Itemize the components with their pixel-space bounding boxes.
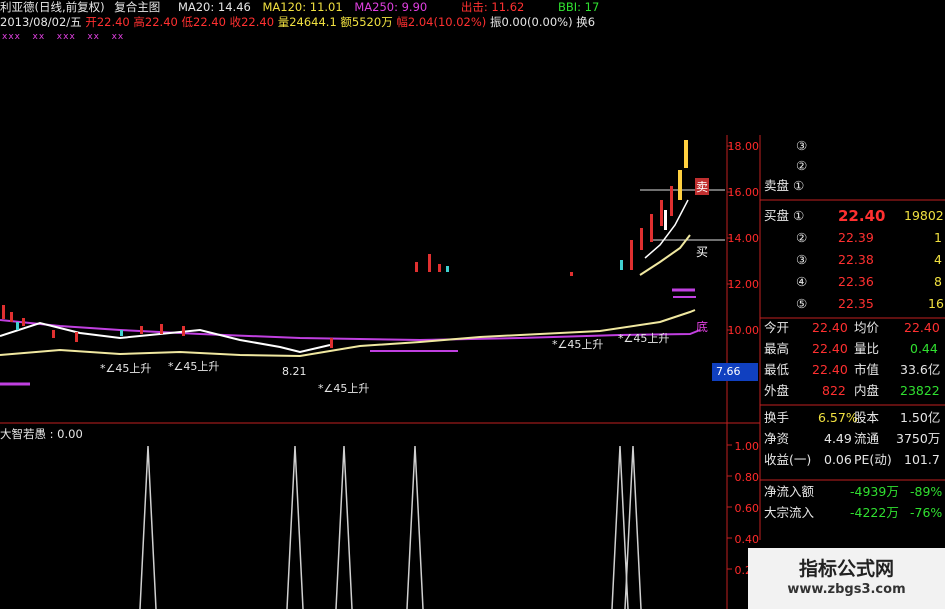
indicator-tick: 0.80: [734, 471, 760, 484]
price-tick: 12.00: [727, 278, 760, 291]
buy-level: 买盘 ①: [764, 208, 805, 223]
quote-value: 22.40: [812, 341, 848, 356]
fund-value: 4.49: [824, 431, 852, 446]
buy-price: 22.36: [838, 274, 874, 289]
buy-level: ⑤: [796, 296, 808, 311]
flow-percent: -89%: [910, 484, 943, 499]
fund-value: 6.57%: [818, 410, 858, 425]
flow-key: 大宗流入: [764, 505, 815, 520]
buy-volume: 16: [928, 296, 944, 311]
quote-key: 量比: [854, 341, 880, 356]
current-price-tag: 7.66: [712, 363, 758, 381]
buy-volume: 4: [934, 252, 942, 267]
quote-key: 最低: [764, 362, 790, 377]
fund-value: 101.7: [904, 452, 940, 467]
flow-percent: -76%: [910, 505, 943, 520]
sell-level: 卖盘 ①: [764, 178, 805, 193]
indicator-tick: 0.60: [734, 502, 760, 515]
fund-value: 1.50亿: [900, 410, 941, 425]
fund-value: 0.06: [824, 452, 852, 467]
angle-annotation: *∠45上升: [552, 338, 604, 351]
fund-key: 股本: [854, 410, 880, 425]
price-tick: 10.00: [727, 324, 760, 337]
buy-price: 22.35: [838, 296, 874, 311]
flow-value: -4939万: [850, 484, 899, 499]
flow-value: -4222万: [850, 505, 899, 520]
quote-key: 外盘: [764, 383, 790, 398]
buy-level: ②: [796, 230, 808, 245]
indicator-tick: 0.40: [734, 533, 760, 546]
indicator-tick: 1.00: [734, 440, 760, 453]
buy-volume: 19802: [904, 208, 944, 223]
watermark-title: 指标公式网: [798, 558, 894, 580]
buy-volume: 1: [934, 230, 942, 245]
quote-key: 最高: [764, 341, 790, 356]
indicator-name[interactable]: 大智若愚 : 0.00: [0, 426, 83, 442]
angle-annotation: *∠45上升: [100, 362, 152, 375]
quote-value: 822: [822, 383, 846, 398]
quote-value: 22.40: [812, 320, 848, 335]
buy-level: ③: [796, 252, 808, 267]
buy-price: 22.40: [838, 207, 886, 225]
quote-table: 今开 22.40 均价 22.40 最高 22.40 量比 0.44 最低 22…: [764, 318, 945, 404]
quote-value: 0.44: [910, 341, 938, 356]
quote-value: 22.40: [904, 320, 940, 335]
quote-value: 33.6亿: [900, 362, 941, 377]
fundamentals: 换手 6.57% 股本 1.50亿 净资 4.49 流通 3750万 收益(一)…: [764, 408, 945, 478]
price-tick: 18.00: [727, 140, 760, 153]
quote-key: 内盘: [854, 383, 880, 398]
price-tick: 16.00: [727, 186, 760, 199]
quote-value: 23822: [900, 383, 940, 398]
fund-key: 流通: [854, 431, 880, 446]
watermark-url: www.zbgs3.com: [787, 582, 906, 597]
quote-value: 22.40: [812, 362, 848, 377]
quote-key: 今开: [764, 320, 790, 335]
quote-key: 均价: [854, 320, 880, 335]
buy-label: 买: [696, 245, 709, 259]
fund-key: 净资: [764, 431, 790, 446]
angle-annotation: *∠45上升: [168, 360, 220, 373]
buy-price: 22.39: [838, 230, 874, 245]
sell-level: ②: [796, 158, 808, 173]
price-axis: 18.00 16.00 14.00 12.00 10.00: [727, 140, 760, 340]
fund-key: PE(动): [854, 452, 892, 467]
watermark: 指标公式网 www.zbgs3.com: [748, 548, 945, 609]
quote-key: 市值: [854, 362, 880, 377]
sell-level: ③: [796, 138, 808, 153]
buy-volume: 8: [934, 274, 942, 289]
buy-book: 买盘 ① 22.40 19802 ② 22.39 1 ③ 22.38 4 ④ 2…: [764, 206, 945, 316]
buy-price: 22.38: [838, 252, 874, 267]
money-flow: 净流入额 -4939万 -89% 大宗流入 -4222万 -76%: [764, 482, 945, 526]
angle-annotation: *∠45上升: [318, 382, 370, 395]
buy-level: ④: [796, 274, 808, 289]
price-tick: 14.00: [727, 232, 760, 245]
angle-annotation: *∠45上升: [618, 332, 670, 345]
bottom-label: 底: [696, 320, 709, 334]
fund-key: 收益(一): [764, 452, 812, 467]
sell-book: ③ ② 卖盘 ①: [764, 136, 945, 200]
fund-value: 3750万: [896, 431, 941, 446]
flow-key: 净流入额: [764, 484, 815, 499]
low-marker: 8.21: [282, 365, 307, 378]
fund-key: 换手: [764, 410, 790, 425]
sell-label: 卖: [695, 178, 710, 195]
